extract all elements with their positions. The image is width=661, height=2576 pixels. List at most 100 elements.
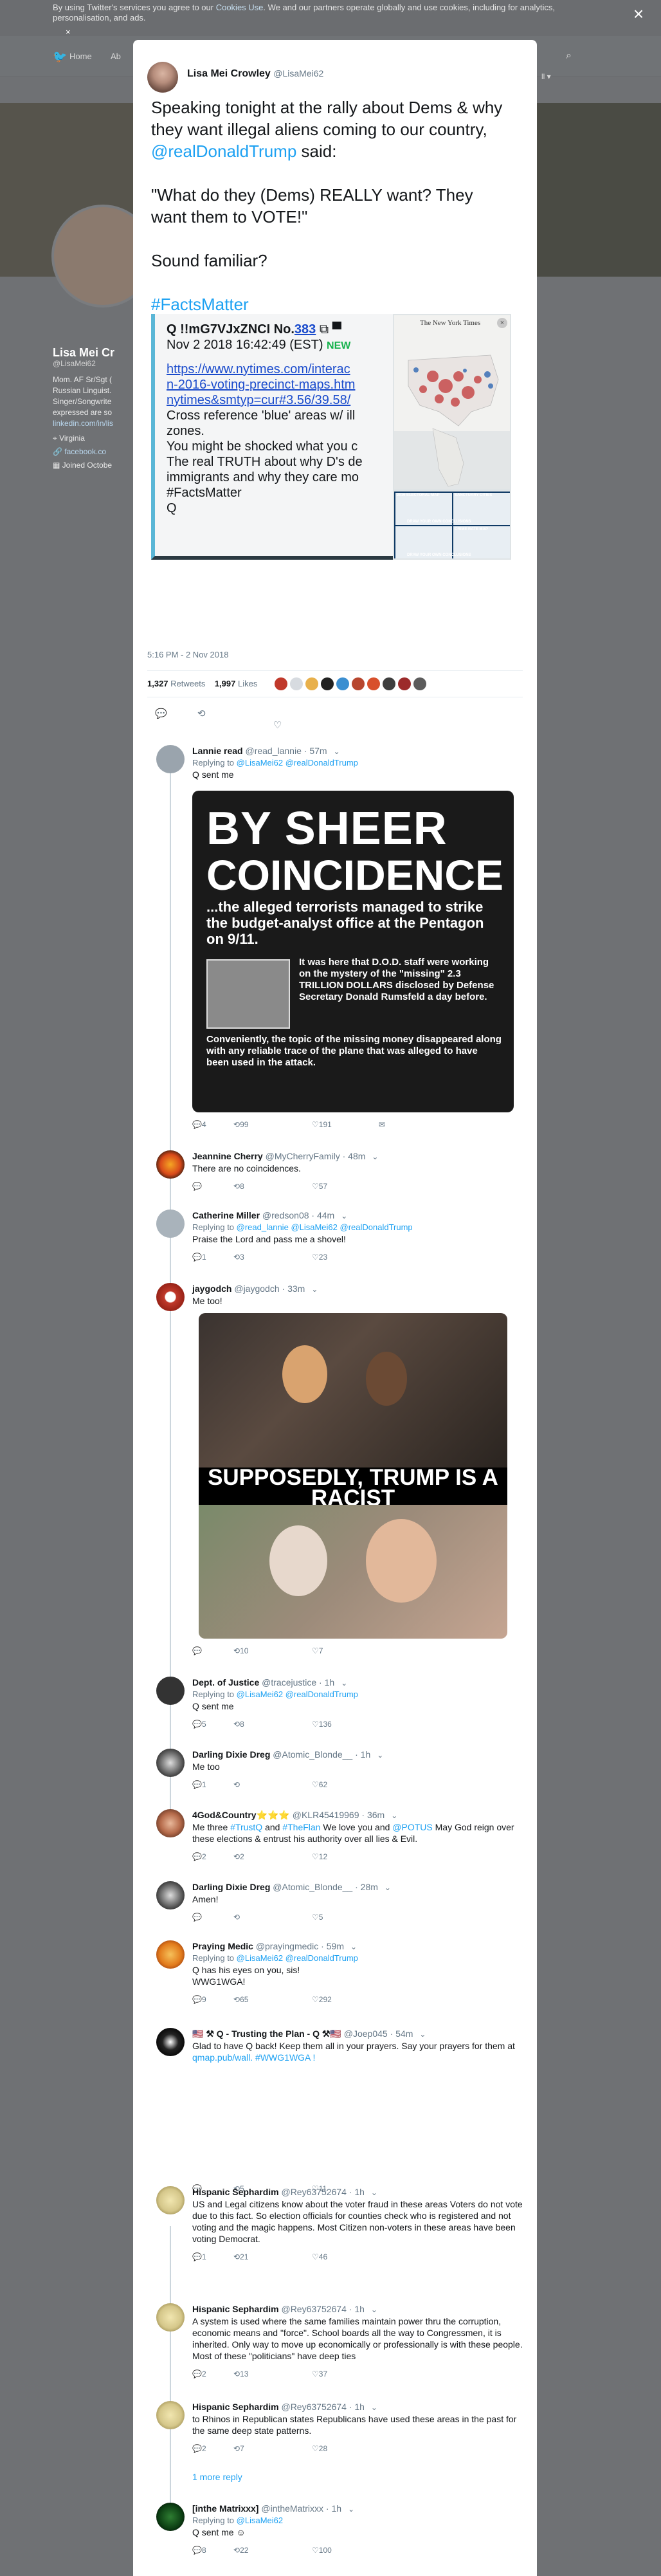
emoji-icon: ☺ — [236, 2527, 246, 2537]
like-icon[interactable]: ♡ 136 — [312, 1718, 332, 1730]
reply-icon[interactable]: 💬 — [192, 1911, 202, 1923]
like-icon[interactable]: ♡ 28 — [312, 2443, 327, 2454]
avatar[interactable] — [156, 2401, 185, 2429]
qmap-link[interactable]: qmap.pub/wall. #WWG1WGA ! — [192, 2052, 315, 2063]
retweet-icon[interactable]: ⟲ 7 — [233, 2443, 244, 2454]
chevron-down-icon[interactable]: ⌄ — [371, 2305, 377, 2314]
nav-about[interactable]: Ab — [111, 51, 121, 61]
reply-icon[interactable]: 💬 — [192, 1181, 202, 1192]
close-icon[interactable]: × — [629, 5, 648, 24]
avatar[interactable] — [156, 2503, 185, 2531]
retweet-icon[interactable]: ⟲ 8 — [233, 1718, 244, 1730]
profile-handle: @LisaMei62 — [53, 359, 96, 368]
reply-actions: 💬 2 ⟲ 2 ♡ 12 — [192, 1851, 525, 1863]
like-icon[interactable]: ♡ 5 — [312, 1911, 323, 1923]
profile-name: Lisa Mei Cr — [53, 346, 115, 359]
avatar[interactable] — [156, 1210, 185, 1238]
retweet-icon[interactable]: ⟲ — [233, 1779, 240, 1790]
search-icon[interactable]: ⌕ — [566, 50, 572, 62]
chevron-down-icon[interactable]: ⌄ — [419, 2030, 426, 2039]
avatar[interactable] — [156, 1940, 185, 1969]
chevron-down-icon[interactable]: ⌄ — [341, 1679, 347, 1688]
retweet-icon[interactable]: ⟲ — [233, 1911, 240, 1923]
avatar[interactable] — [156, 2028, 185, 2056]
reply-actions: 💬 5 ⟲ 8 ♡ 136 — [192, 1718, 525, 1730]
avatar[interactable] — [156, 1749, 185, 1777]
reply-actions: 💬 ⟲ ♡ 5 — [192, 1911, 525, 1923]
reply-icon[interactable]: 💬 — [192, 1645, 202, 1657]
reply-actions: 💬 ⟲ 10 ♡ 7 — [192, 1645, 525, 1657]
more-replies-link[interactable]: 1 more reply — [192, 2472, 242, 2482]
avatar[interactable] — [156, 1881, 185, 1909]
avatar[interactable] — [156, 2303, 185, 2332]
avatar[interactable] — [156, 1809, 185, 1837]
reply-icon[interactable]: 💬 4 — [192, 1119, 206, 1130]
avatar[interactable] — [156, 2186, 185, 2214]
reply-actions: 💬 1 ⟲ 3 ♡ 23 — [192, 1251, 525, 1263]
reply-actions: 💬 2 ⟲ 13 ♡ 37 — [192, 2368, 525, 2380]
avatar[interactable] — [156, 1677, 185, 1705]
chevron-down-icon[interactable]: ⌄ — [348, 2505, 354, 2514]
retweet-icon[interactable]: ⟲ 3 — [233, 1251, 244, 1263]
like-icon[interactable]: ♡ 37 — [312, 2368, 327, 2380]
retweet-icon[interactable]: ⟲ 22 — [233, 2544, 248, 2556]
chevron-down-icon[interactable]: ⌄ — [391, 1811, 397, 1820]
retweet-icon[interactable]: ⟲ 2 — [233, 1851, 244, 1863]
reply-actions: 💬 9 ⟲ 65 ♡ 292 — [192, 1994, 525, 2005]
reply-icon[interactable]: 💬 1 — [192, 1779, 206, 1790]
like-icon[interactable]: ♡ 46 — [312, 2251, 327, 2263]
reply-icon[interactable]: 💬 5 — [192, 1718, 206, 1730]
reply-icon[interactable]: 💬 1 — [192, 1251, 206, 1263]
reply-icon[interactable]: 💬 9 — [192, 1994, 206, 2005]
avatar[interactable] — [156, 1150, 185, 1179]
avatar[interactable] — [156, 745, 185, 773]
chevron-down-icon[interactable]: ⌄ — [311, 1285, 318, 1294]
hashtag-link[interactable]: #TheFlan — [282, 1822, 320, 1832]
mail-icon[interactable]: ✉ — [379, 1119, 385, 1130]
meme-caption: SUPPOSEDLY, TRUMP IS A RACIST — [199, 1466, 507, 1509]
chevron-down-icon[interactable]: ⌄ — [341, 1211, 347, 1220]
like-icon[interactable]: ♡ 23 — [312, 1251, 327, 1263]
retweet-icon[interactable]: ⟲ 10 — [233, 1645, 248, 1657]
avatar[interactable] — [156, 1283, 185, 1311]
like-icon[interactable]: ♡ 12 — [312, 1851, 327, 1863]
profile-location: ⌖ Virginia — [53, 434, 85, 443]
like-icon[interactable]: ♡ 57 — [312, 1181, 327, 1192]
reply-icon[interactable]: 💬 2 — [192, 2443, 206, 2454]
chevron-down-icon[interactable]: ⌄ — [334, 747, 340, 756]
chevron-down-icon[interactable]: ⌄ — [350, 1942, 357, 1951]
twitter-bird-icon[interactable]: 🐦 — [53, 50, 67, 64]
nav-home[interactable]: Home — [69, 51, 92, 61]
like-icon[interactable]: ♡ 7 — [312, 1645, 323, 1657]
chevron-down-icon[interactable]: ⌄ — [371, 2403, 377, 2412]
retweet-icon[interactable]: ⟲ 13 — [233, 2368, 248, 2380]
coincidence-meme-image[interactable]: BY SHEER COINCIDENCE ...the alleged terr… — [192, 791, 514, 1112]
chevron-down-icon[interactable]: ⌄ — [385, 1883, 391, 1892]
like-icon[interactable]: ♡ 292 — [312, 1994, 332, 2005]
retweet-icon[interactable]: ⟲ 99 — [233, 1119, 248, 1130]
profile-facebook-link[interactable]: 🔗 facebook.co — [53, 446, 130, 457]
profile-bio: Mom. AF Sr/Sgt (Russian Linguist. Singer/… — [53, 375, 114, 428]
retweet-icon[interactable]: ⟲ 65 — [233, 1994, 248, 2005]
chevron-down-icon[interactable]: ⌄ — [377, 1751, 383, 1760]
chevron-down-icon[interactable]: ⌄ — [371, 2188, 377, 2197]
racist-meme-image[interactable]: SUPPOSEDLY, TRUMP IS A RACIST — [199, 1313, 507, 1639]
background-menu: ll ▾ — [541, 72, 551, 81]
retweet-icon[interactable]: ⟲ 21 — [233, 2251, 248, 2263]
hashtag-link[interactable]: #TrustQ — [230, 1822, 262, 1832]
reply-icon[interactable]: 💬 8 — [192, 2544, 206, 2556]
chevron-down-icon[interactable]: ⌄ — [372, 1152, 378, 1161]
empty-media-placeholder — [192, 2063, 525, 2176]
reply-icon[interactable]: 💬 2 — [192, 2368, 206, 2380]
like-icon[interactable]: ♡ 100 — [312, 2544, 332, 2556]
mention-link[interactable]: @POTUS — [392, 1822, 432, 1832]
cookie-dismiss-button[interactable]: × — [66, 27, 71, 37]
like-icon[interactable]: ♡ 62 — [312, 1779, 327, 1790]
reply-actions: 💬 8 ⟲ 22 ♡ 100 — [192, 2544, 525, 2556]
reply-icon[interactable]: 💬 2 — [192, 1851, 206, 1863]
like-icon[interactable]: ♡ 191 — [312, 1119, 332, 1130]
reply-actions: 💬 4 ⟲ 99 ♡ 191 ✉ — [192, 1119, 525, 1130]
reply-icon[interactable]: 💬 1 — [192, 2251, 206, 2263]
retweet-icon[interactable]: ⟲ 8 — [233, 1181, 244, 1192]
background-profile-sidebar: Lisa Mei Cr @LisaMei62 Mom. AF Sr/Sgt (R… — [53, 347, 130, 471]
